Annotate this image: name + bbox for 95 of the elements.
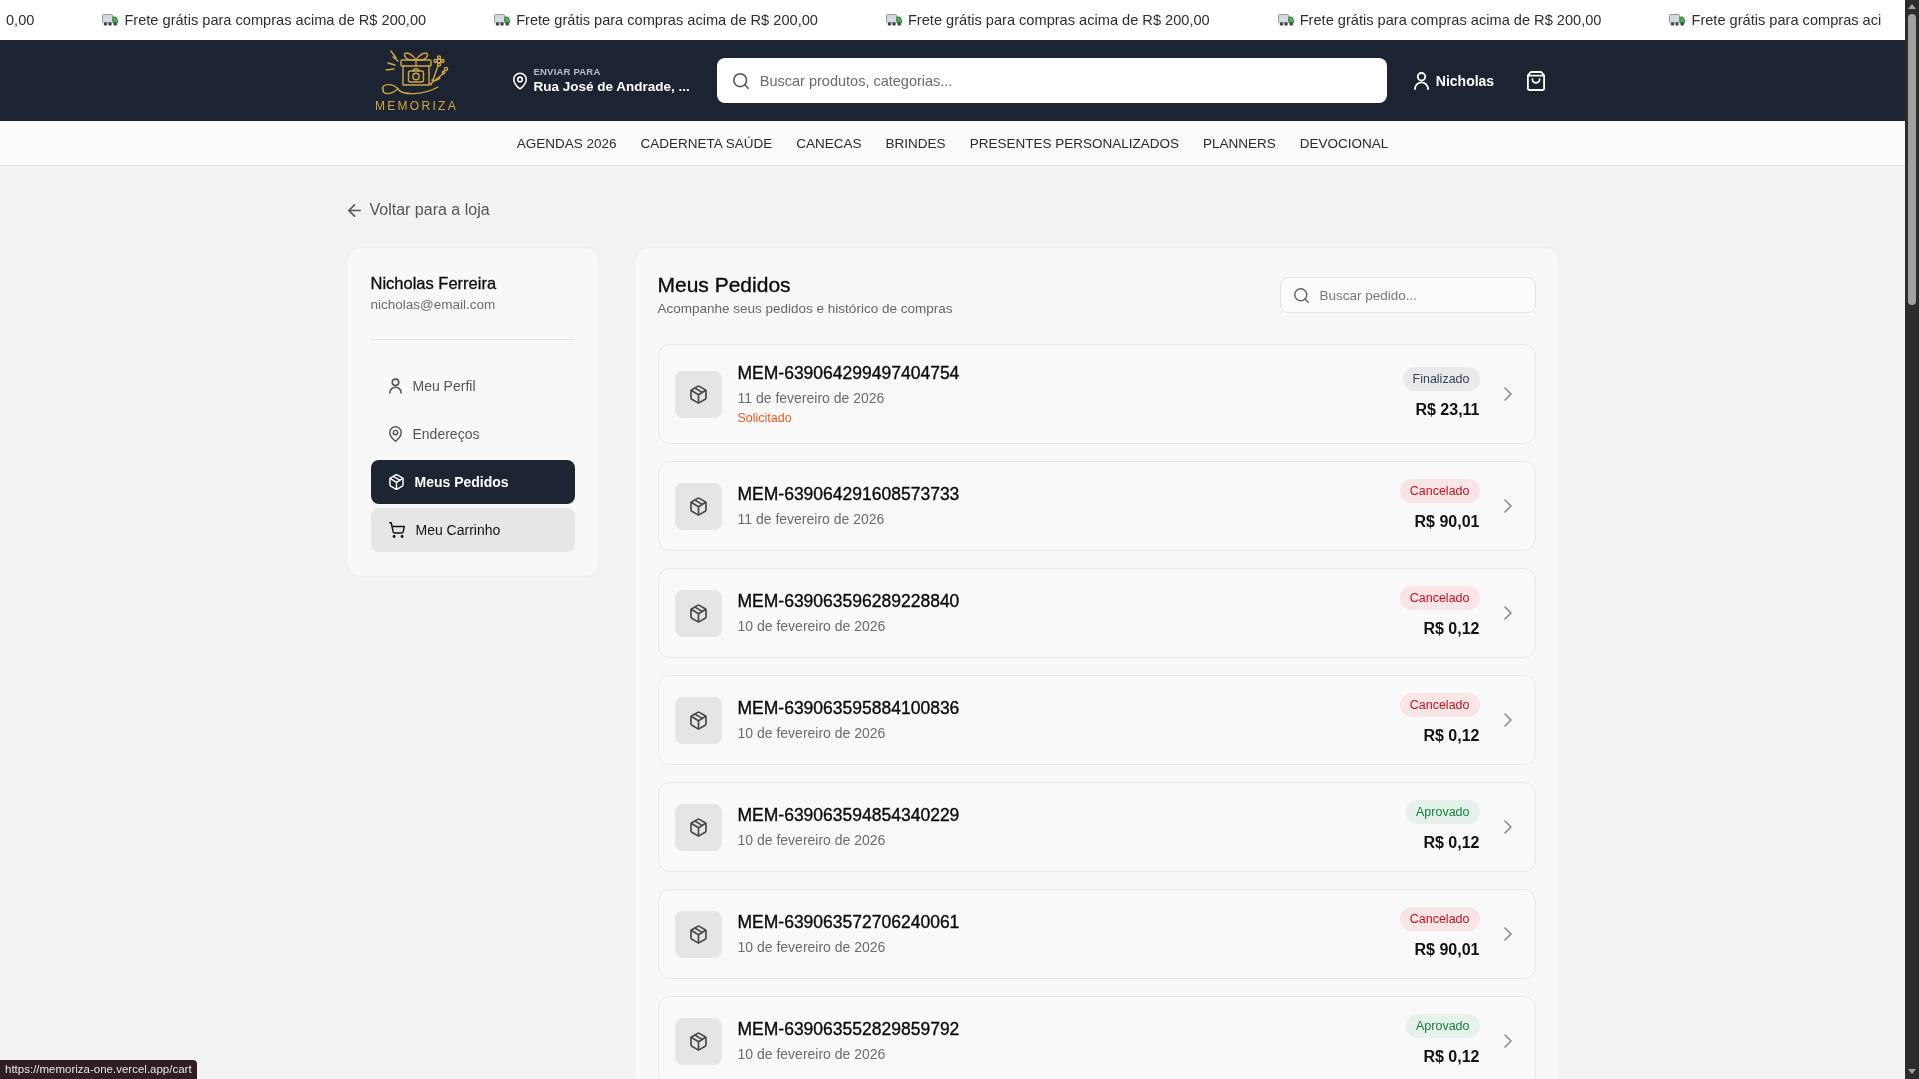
promo-text: Frete grátis para compras acima de R$ 200,00 [907, 12, 1210, 28]
chevron-right-icon [1503, 1034, 1512, 1048]
order-number: MEM-639064299497404754 [737, 362, 960, 384]
order-total: R$ 0,12 [1423, 1047, 1480, 1067]
link-preview-url: https://memoriza-one.vercel.app/cart [0, 1060, 197, 1079]
promo-text: Frete grátis para compras acima de R$ 200,00 [124, 12, 427, 28]
package-icon [674, 696, 722, 744]
truck-icon [102, 14, 119, 26]
scrollbar-thumb[interactable] [1908, 14, 1916, 305]
order-number: MEM-639063596289228840 [737, 590, 960, 612]
order-date: 10 de fevereiro de 2026 [737, 617, 886, 636]
order-date: 11 de fevereiro de 2026 [737, 389, 885, 408]
user-icon [388, 378, 402, 394]
chevron-right-icon [1503, 499, 1512, 513]
order-number: MEM-639063552829859792 [737, 1018, 960, 1040]
order-card[interactable]: MEM-639063595884100836 10 de fevereiro de 2026 Cancelado R$ 0,12 [657, 675, 1536, 765]
order-card[interactable]: MEM-639063596289228840 10 de fevereiro de 2026 Cancelado R$ 0,12 [657, 568, 1536, 658]
order-number: MEM-639063595884100836 [737, 697, 960, 719]
order-date: 10 de fevereiro de 2026 [737, 938, 886, 957]
order-number: MEM-639063594854340229 [737, 804, 960, 826]
status-badge: Cancelado [1399, 907, 1480, 931]
order-card[interactable]: MEM-639064291608573733 11 de fevereiro de 2026 Cancelado R$ 90,01 [657, 461, 1536, 551]
order-card[interactable]: MEM-639063594854340229 10 de fevereiro de 2026 Aprovado R$ 0,12 [657, 782, 1536, 872]
truck-icon [885, 14, 902, 26]
truck-icon [1277, 14, 1294, 26]
delivery-label: ENVIAR PARA [533, 65, 602, 78]
status-badge: Aprovado [1406, 800, 1480, 824]
status-badge: Cancelado [1399, 479, 1480, 503]
nav-link[interactable]: CANECAS [796, 135, 862, 151]
chevron-right-icon [1503, 927, 1512, 941]
chevron-right-icon [1503, 606, 1512, 620]
order-total: R$ 90,01 [1414, 512, 1480, 532]
order-card[interactable]: MEM-639063552829859792 10 de fevereiro de 2026 Aprovado R$ 0,12 [657, 996, 1536, 1079]
logo-wordmark: MEMORIZA [373, 99, 459, 113]
status-badge: Cancelado [1399, 586, 1480, 610]
map-pin-icon [512, 71, 527, 90]
package-icon [674, 910, 722, 958]
sidebar-item[interactable]: Endereços [370, 412, 575, 456]
nav-link[interactable]: AGENDAS 2026 [516, 135, 617, 151]
user-name: Nicholas Ferreira [370, 273, 498, 294]
status-badge: Finalizado [1402, 367, 1480, 391]
order-substatus: Solicitado [737, 410, 792, 426]
nav-link[interactable]: DEVOCIONAL [1299, 135, 1389, 151]
panel-title: Meus Pedidos [657, 272, 792, 298]
nav-link[interactable]: PRESENTES PERSONALIZADOS [969, 135, 1179, 151]
truck-icon [1669, 14, 1686, 26]
truck-icon [494, 14, 511, 26]
package-icon [674, 370, 722, 418]
promo-text: Frete grátis para compras acima de R$ 200,00 [516, 12, 818, 28]
promo-text: Frete grátis para compras aci [1691, 12, 1882, 28]
promo-text: Frete grátis para compras acima de R$ 200,00 [1299, 12, 1602, 28]
order-total: R$ 90,01 [1414, 940, 1480, 960]
order-number: MEM-639063572706240061 [737, 911, 960, 933]
promo-text: 0,00 [6, 12, 35, 28]
product-search-field[interactable]: Buscar produtos, categorias... [716, 58, 1387, 103]
order-total: R$ 0,12 [1423, 833, 1480, 853]
package-icon [674, 589, 722, 637]
order-total: R$ 0,12 [1423, 619, 1480, 639]
scroll-up-arrow-icon [1908, 4, 1916, 9]
order-search-field[interactable]: Buscar pedido... [1279, 277, 1536, 313]
panel-subtitle: Acompanhe seus pedidos e histórico de compras [657, 300, 953, 318]
order-date: 11 de fevereiro de 2026 [737, 510, 885, 529]
scroll-down-arrow-icon [1908, 1069, 1916, 1074]
package-icon [674, 482, 722, 530]
status-badge: Aprovado [1406, 1014, 1480, 1038]
order-date: 10 de fevereiro de 2026 [737, 724, 886, 743]
sidebar-item[interactable]: Meus Pedidos [370, 460, 575, 504]
user-icon [1413, 71, 1429, 90]
chevron-right-icon [1503, 820, 1512, 834]
order-card[interactable]: MEM-639063572706240061 10 de fevereiro de 2026 Cancelado R$ 90,01 [657, 889, 1536, 979]
cart-icon [388, 522, 405, 538]
order-date: 10 de fevereiro de 2026 [737, 831, 886, 850]
order-date: 10 de fevereiro de 2026 [737, 1045, 886, 1064]
package-icon [388, 474, 404, 490]
order-total: R$ 23,11 [1415, 400, 1480, 420]
order-total: R$ 0,12 [1423, 726, 1480, 746]
nav-link[interactable]: BRINDES [885, 135, 946, 151]
chevron-right-icon [1503, 713, 1512, 727]
sidebar-item[interactable]: Meu Carrinho [370, 508, 575, 552]
delivery-address[interactable]: Rua José de Andrade, ... [533, 77, 690, 96]
order-number: MEM-639064291608573733 [737, 483, 960, 505]
status-badge: Cancelado [1399, 693, 1480, 717]
shopping-bag-icon[interactable] [1527, 70, 1546, 91]
map-pin-icon [388, 426, 402, 442]
scrollbar[interactable] [1905, 0, 1919, 1079]
nav-link[interactable]: PLANNERS [1202, 135, 1276, 151]
chevron-right-icon [1503, 387, 1512, 401]
package-icon [674, 1017, 722, 1065]
nav-link[interactable]: CADERNETA SAÚDE [640, 135, 773, 151]
user-email: nicholas@email.com [370, 296, 497, 314]
account-button[interactable]: Nicholas [1413, 71, 1495, 90]
package-icon [674, 803, 722, 851]
back-link[interactable]: Voltar para a loja [347, 199, 490, 221]
sidebar-item[interactable]: Meu Perfil [370, 364, 575, 408]
order-card[interactable]: MEM-639064299497404754 11 de fevereiro de 2026 Solicitado Finalizado R$ 23,11 [657, 344, 1536, 444]
